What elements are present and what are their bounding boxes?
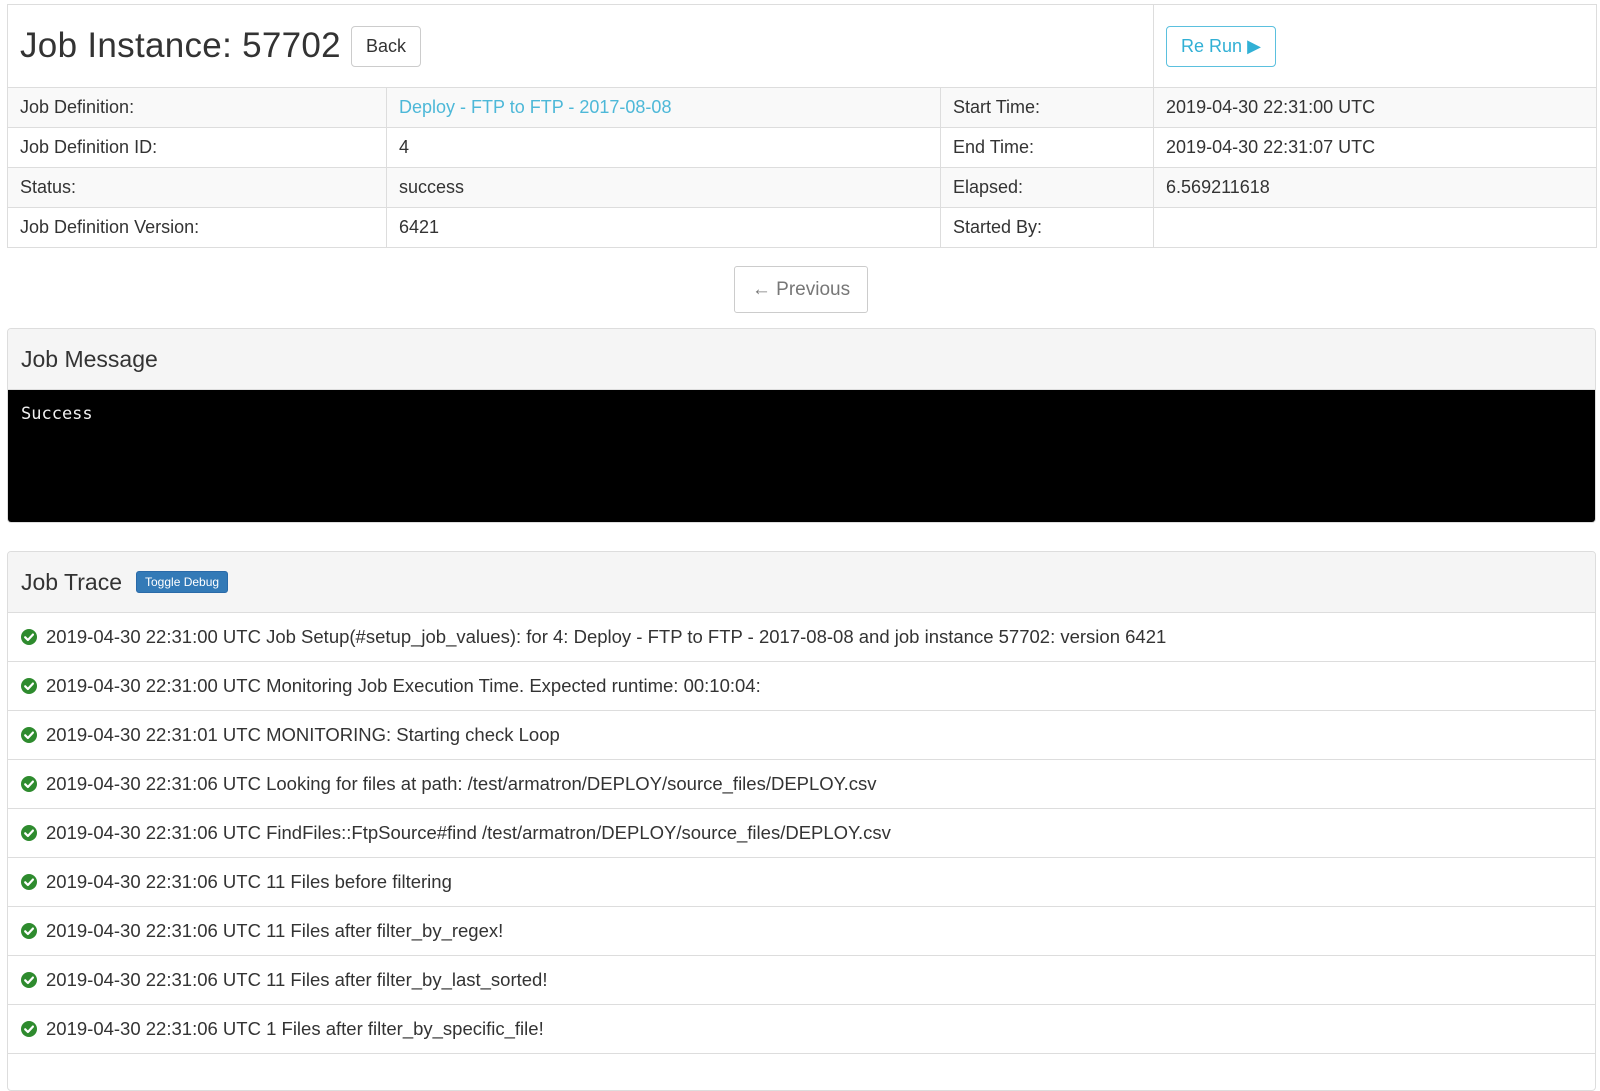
detail-row: Job Definition: Deploy - FTP to FTP - 20…	[7, 87, 1598, 128]
trace-entry: 2019-04-30 22:31:00 UTC Job Setup(#setup…	[8, 613, 1595, 662]
page-title: Job Instance: 57702	[20, 26, 341, 65]
trace-entry: 2019-04-30 22:31:06 UTC 11 Files after f…	[8, 956, 1595, 1005]
check-circle-icon	[21, 972, 37, 988]
job-definition-id-label: Job Definition ID:	[7, 127, 387, 168]
redacted-value	[1166, 221, 1266, 233]
trace-entry: 2019-04-30 22:31:06 UTC Looking for file…	[8, 760, 1595, 809]
rerun-cell: Re Run ▶	[1153, 4, 1598, 88]
check-circle-icon	[21, 1021, 37, 1037]
trace-entry-text: 2019-04-30 22:31:06 UTC 11 Files before …	[46, 871, 452, 892]
job-trace-panel: Job Trace Toggle Debug 2019-04-30 22:31:…	[7, 551, 1596, 1091]
trace-entry: 2019-04-30 22:31:06 UTC 11 Files after f…	[8, 907, 1595, 956]
trace-entry: 2019-04-30 22:31:00 UTC Monitoring Job E…	[8, 662, 1595, 711]
job-message-heading: Job Message	[8, 329, 1595, 390]
back-button[interactable]: Back	[350, 25, 421, 67]
check-circle-icon	[21, 825, 37, 841]
start-time-label: Start Time:	[939, 87, 1155, 128]
trace-entry-text: 2019-04-30 22:31:01 UTC MONITORING: Star…	[46, 724, 560, 745]
title-cell: Job Instance: 57702 Back	[6, 4, 1155, 88]
detail-row: Job Definition Version: 6421 Started By:	[7, 207, 1598, 248]
trace-entry: 2019-04-30 22:31:06 UTC 11 Files before …	[8, 858, 1595, 907]
job-trace-list: 2019-04-30 22:31:00 UTC Job Setup(#setup…	[8, 613, 1595, 1054]
started-by-value	[1153, 207, 1598, 248]
trace-entry: 2019-04-30 22:31:01 UTC MONITORING: Star…	[8, 711, 1595, 760]
status-value: success	[386, 167, 941, 208]
job-definition-label: Job Definition:	[7, 87, 387, 128]
job-definition-version-value: 6421	[386, 207, 941, 248]
end-time-label: End Time:	[939, 127, 1155, 168]
elapsed-label: Elapsed:	[939, 167, 1155, 208]
trace-entry-text: 2019-04-30 22:31:06 UTC FindFiles::FtpSo…	[46, 822, 891, 843]
detail-row: Job Definition ID: 4 End Time: 2019-04-3…	[7, 127, 1598, 168]
job-details-table: Job Instance: 57702 Back Re Run ▶ Job De…	[6, 4, 1598, 248]
trace-entry-text: 2019-04-30 22:31:06 UTC 1 Files after fi…	[46, 1018, 544, 1039]
elapsed-value: 6.569211618	[1153, 167, 1598, 208]
job-definition-version-label: Job Definition Version:	[7, 207, 387, 248]
job-message-title: Job Message	[21, 345, 158, 372]
job-definition-value-cell: Deploy - FTP to FTP - 2017-08-08	[386, 87, 941, 128]
toggle-debug-button[interactable]: Toggle Debug	[136, 571, 229, 593]
check-circle-icon	[21, 727, 37, 743]
trace-entry-text: 2019-04-30 22:31:06 UTC Looking for file…	[46, 773, 877, 794]
end-time-value: 2019-04-30 22:31:07 UTC	[1153, 127, 1598, 168]
job-message-panel: Job Message Success	[7, 328, 1596, 523]
check-circle-icon	[21, 629, 37, 645]
title-row: Job Instance: 57702 Back Re Run ▶	[6, 4, 1598, 88]
rerun-button[interactable]: Re Run ▶	[1166, 25, 1276, 67]
trace-entry-text: 2019-04-30 22:31:00 UTC Job Setup(#setup…	[46, 626, 1167, 647]
job-definition-id-value: 4	[386, 127, 941, 168]
job-trace-title: Job Trace	[21, 568, 122, 595]
job-trace-heading: Job Trace Toggle Debug	[8, 552, 1595, 613]
trace-entry-text: 2019-04-30 22:31:00 UTC Monitoring Job E…	[46, 675, 761, 696]
trace-entry: 2019-04-30 22:31:06 UTC 1 Files after fi…	[8, 1005, 1595, 1054]
check-circle-icon	[21, 874, 37, 890]
trace-entry-text: 2019-04-30 22:31:06 UTC 11 Files after f…	[46, 920, 504, 941]
job-definition-link[interactable]: Deploy - FTP to FTP - 2017-08-08	[399, 97, 671, 117]
trace-entry: 2019-04-30 22:31:06 UTC FindFiles::FtpSo…	[8, 809, 1595, 858]
started-by-label: Started By:	[939, 207, 1155, 248]
start-time-value: 2019-04-30 22:31:00 UTC	[1153, 87, 1598, 128]
check-circle-icon	[21, 923, 37, 939]
trace-entry-text: 2019-04-30 22:31:06 UTC 11 Files after f…	[46, 969, 548, 990]
check-circle-icon	[21, 776, 37, 792]
previous-button[interactable]: ← Previous	[734, 266, 868, 313]
check-circle-icon	[21, 678, 37, 694]
status-label: Status:	[7, 167, 387, 208]
detail-row: Status: success Elapsed: 6.569211618	[7, 167, 1598, 208]
job-message-body: Success	[8, 390, 1595, 522]
